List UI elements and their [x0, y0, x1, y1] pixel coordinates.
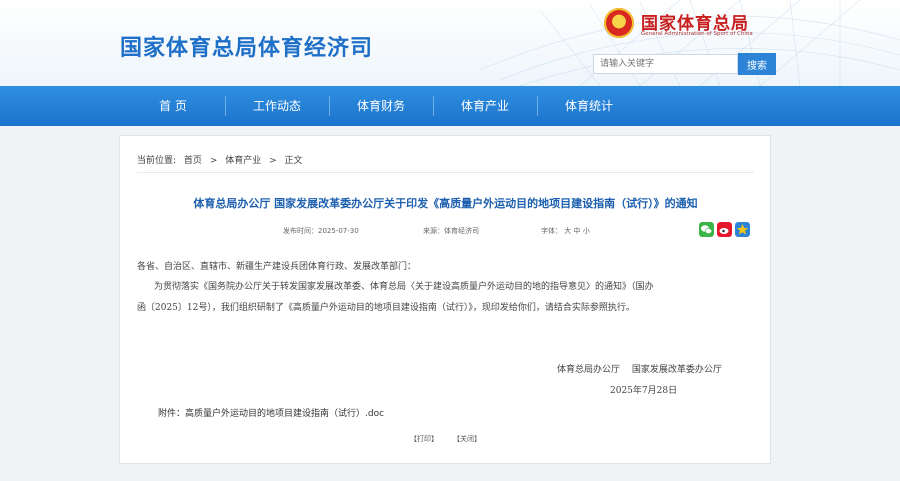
source-value: 体育经济司 [444, 227, 479, 235]
close-button[interactable]: 【关闭】 [453, 434, 481, 444]
site-title[interactable]: 国家体育总局体育经济司 [120, 30, 373, 62]
font-size-switcher: 字体： 大 中 小 [541, 226, 590, 236]
article-panel: 当前位置: 首页 > 体育产业 > 正文 体育总局办公厅 国家发展改革委办公厅关… [119, 135, 771, 464]
signatories: 体育总局办公厅 国家发展改革委办公厅 [557, 365, 722, 375]
nav-item-work-news[interactable]: 工作动态 [225, 86, 329, 126]
font-size-small[interactable]: 小 [583, 227, 590, 235]
attachment-label: 附件： [158, 409, 186, 419]
attachment-link[interactable]: 高质量户外运动目的地项目建设指南（试行）.doc [185, 409, 384, 419]
national-emblem-icon [604, 8, 634, 38]
breadcrumb-separator: > [209, 156, 218, 166]
paragraph-line: 为贯彻落实《国务院办公厅关于转发国家发展改革委、体育总局〈关于建设高质量户外运动… [154, 282, 654, 292]
nav-item-statistics[interactable]: 体育统计 [537, 86, 641, 126]
search-button[interactable]: 搜索 [738, 53, 776, 75]
article-title: 体育总局办公厅 国家发展改革委办公厅关于印发《高质量户外运动目的地项目建设指南（… [193, 197, 698, 210]
font-size-large[interactable]: 大 [564, 227, 571, 235]
source: 来源：体育经济司 [423, 226, 479, 236]
search-input[interactable] [593, 54, 738, 74]
nav-item-finance[interactable]: 体育财务 [329, 86, 433, 126]
breadcrumb-industry[interactable]: 体育产业 [225, 156, 261, 166]
publish-label: 发布时间： [283, 227, 318, 235]
main-nav: 首 页 工作动态 体育财务 体育产业 体育统计 [0, 86, 900, 126]
nav-item-home[interactable]: 首 页 [121, 86, 225, 126]
publish-date: 发布时间：2025-07-30 [283, 226, 359, 236]
wechat-icon[interactable] [699, 222, 714, 237]
org-name-en: General Administration of Sport of China [641, 31, 753, 37]
favorite-icon[interactable] [735, 222, 750, 237]
breadcrumb-current: 正文 [284, 156, 303, 166]
site-header: 国家体育总局体育经济司 国家体育总局 General Administratio… [0, 0, 900, 86]
font-size-medium[interactable]: 中 [573, 227, 580, 235]
breadcrumb-home[interactable]: 首页 [184, 156, 202, 166]
publish-date-value: 2025-07-30 [318, 227, 359, 235]
breadcrumb-separator: > [269, 156, 277, 166]
source-label: 来源： [423, 227, 444, 235]
salutation: 各省、自治区、直辖市、新疆生产建设兵团体育行政、发展改革部门： [137, 262, 417, 272]
weibo-icon[interactable] [717, 222, 732, 237]
nav-item-industry[interactable]: 体育产业 [433, 86, 537, 126]
breadcrumb-label: 当前位置: [137, 156, 177, 166]
breadcrumb: 当前位置: 首页 > 体育产业 > 正文 [137, 153, 308, 166]
attachment: 附件：高质量户外运动目的地项目建设指南（试行）.doc [158, 406, 384, 419]
divider [137, 172, 754, 173]
sign-date: 2025年7月28日 [610, 386, 678, 396]
font-label: 字体： [541, 227, 562, 235]
paragraph-line: 函〔2025〕12号），我们组织研制了《高质量户外运动目的地项目建设指南（试行）… [137, 303, 635, 313]
print-button[interactable]: 【打印】 [410, 434, 438, 444]
